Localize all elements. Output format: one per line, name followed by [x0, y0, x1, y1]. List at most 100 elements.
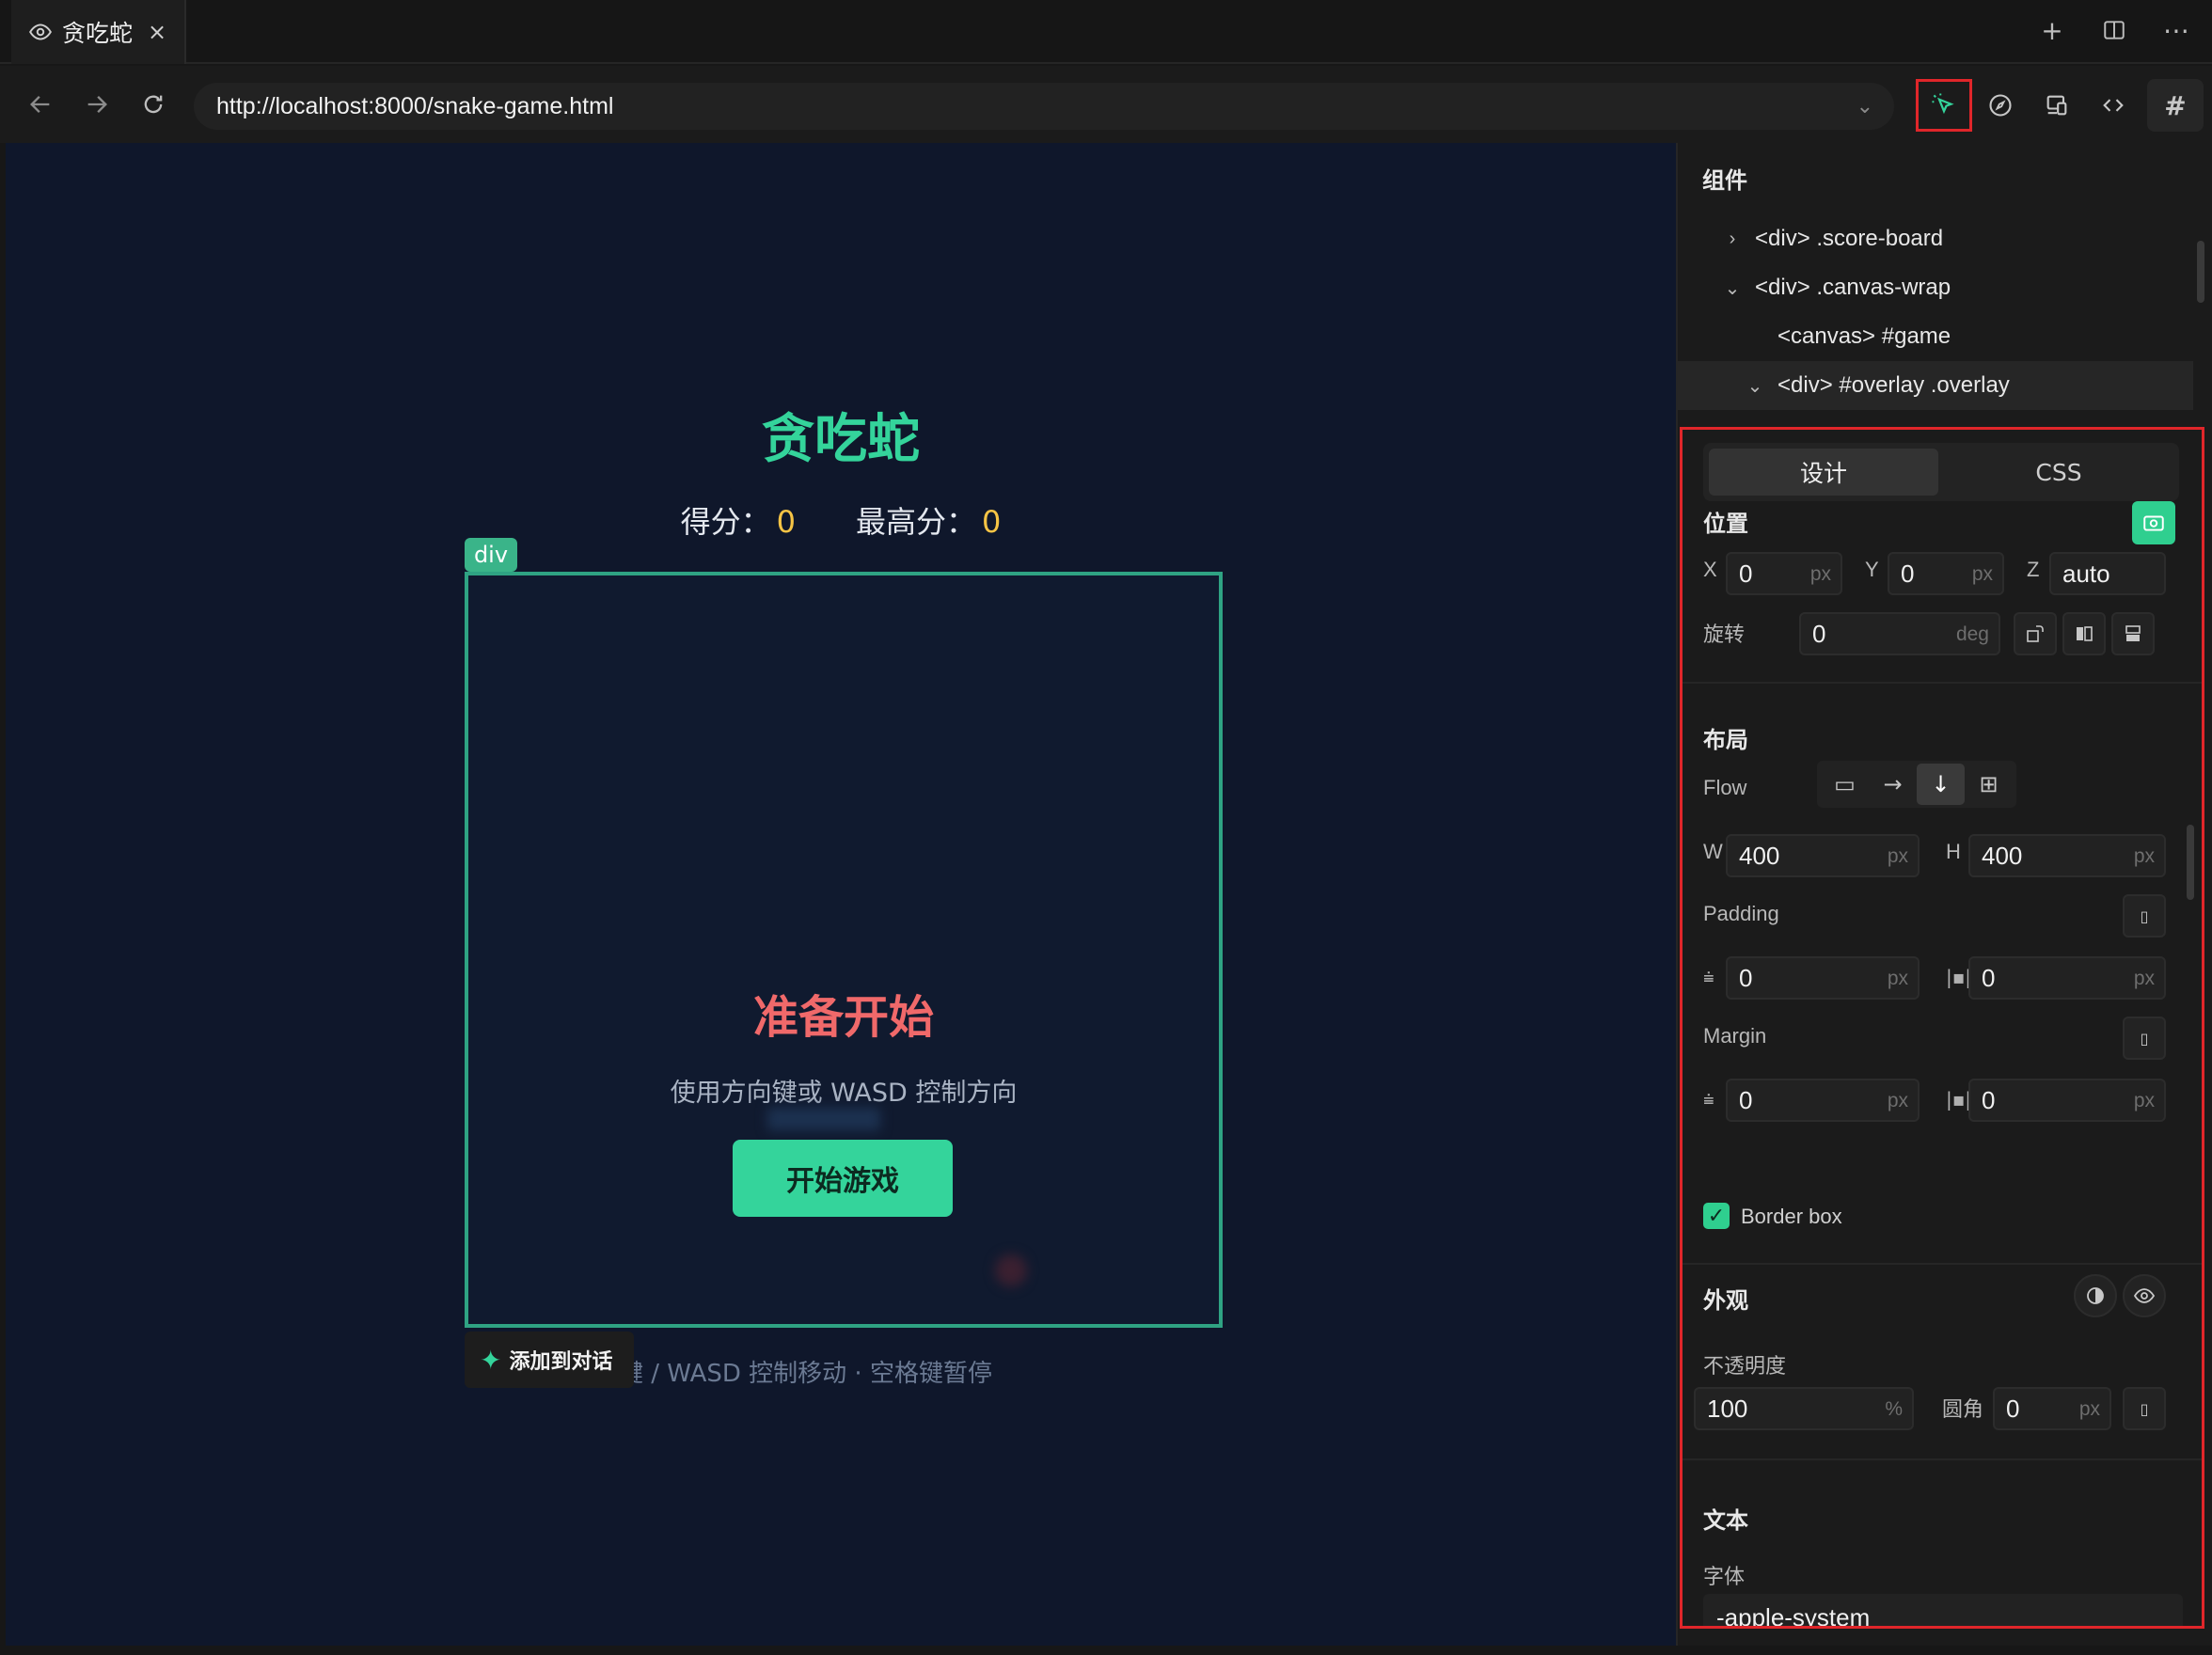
y-unit: px [1971, 563, 1993, 585]
padding-horizontal-value: 0 [1982, 963, 1996, 992]
reload-icon[interactable] [134, 85, 173, 124]
border-box-checkbox[interactable]: ✓ [1703, 1203, 1730, 1229]
width-value: 400 [1739, 841, 1780, 870]
position-section-title: 位置 [1703, 511, 1748, 537]
start-game-button[interactable]: 开始游戏 [733, 1140, 953, 1217]
position-camera-button[interactable] [2132, 501, 2175, 544]
tree-scrollbar[interactable] [2197, 241, 2204, 303]
appearance-section-title: 外观 [1703, 1287, 1748, 1314]
rotate-input[interactable]: 0 deg [1799, 612, 2000, 655]
code-icon[interactable] [2085, 79, 2141, 132]
contrast-icon[interactable] [2074, 1274, 2117, 1317]
tree-item-overlay[interactable]: ⌄ <div> #overlay .overlay [1678, 361, 2193, 410]
flip-vertical-icon[interactable] [2111, 612, 2155, 655]
back-arrow-icon[interactable] [21, 85, 60, 124]
design-css-tabs: 设计 CSS [1703, 443, 2179, 501]
rotate-unit: deg [1955, 623, 1989, 645]
x-value: 0 [1739, 559, 1753, 588]
padding-expand-icon[interactable]: ▯ [2123, 894, 2166, 938]
padding-vertical-input[interactable]: 0 px [1726, 956, 1920, 1000]
font-value: -apple-system [1716, 1602, 1871, 1629]
chevron-down-icon[interactable]: ⌄ [1719, 276, 1746, 300]
tab-title: 贪吃蛇 [62, 20, 134, 47]
compass-icon[interactable] [1972, 79, 2029, 132]
radius-input[interactable]: 0 px [1993, 1387, 2111, 1430]
padding-vertical-value: 0 [1739, 963, 1753, 992]
browser-tab[interactable]: 贪吃蛇 × [11, 0, 186, 64]
eye-icon[interactable] [2123, 1274, 2166, 1317]
flow-grid-icon[interactable]: ⊞ [1965, 764, 2013, 805]
forward-arrow-icon[interactable] [77, 85, 117, 124]
cursor-pick-icon [1932, 93, 1954, 115]
url-input[interactable]: http://localhost:8000/snake-game.html ⌄ [194, 83, 1894, 130]
tree-item-canvas-wrap[interactable]: ⌄ <div> .canvas-wrap [1678, 263, 2193, 312]
hash-icon[interactable]: # [2147, 79, 2204, 132]
width-input[interactable]: 400 px [1726, 834, 1920, 877]
target-icon [2143, 515, 2164, 531]
new-tab-plus-icon[interactable]: + [2035, 13, 2069, 47]
height-unit: px [2133, 845, 2155, 867]
opacity-input[interactable]: 100% [1694, 1387, 1914, 1430]
horizontal-spacing-icon: |▪| [1946, 1088, 1972, 1111]
properties-panel: 设计 CSS 位置 X 0 px Y 0 px Z auto 旋转 0 deg [1680, 427, 2204, 1629]
flip-horizontal-icon[interactable] [2062, 612, 2106, 655]
chevron-right-icon[interactable]: › [1719, 229, 1746, 250]
horizontal-spacing-icon: |▪| [1946, 966, 1972, 988]
opacity-value: 100 [1707, 1394, 1748, 1423]
blurred-snake [767, 1108, 880, 1130]
margin-horizontal-input[interactable]: 0 px [1968, 1079, 2166, 1122]
flow-row-arrow-icon[interactable]: → [1869, 764, 1917, 805]
y-input[interactable]: 0 px [1888, 552, 2004, 595]
x-input[interactable]: 0 px [1726, 552, 1842, 595]
tree-item-label: <canvas> #game [1778, 323, 1951, 349]
flow-column-arrow-icon[interactable]: ↓ [1917, 764, 1965, 805]
radius-expand-icon[interactable]: ▯ [2123, 1387, 2166, 1430]
radius-label: 圆角 [1942, 1397, 1984, 1421]
margin-horizontal-unit: px [2133, 1090, 2155, 1111]
z-label: Z [2027, 558, 2040, 581]
padding-label: Padding [1703, 902, 1779, 925]
radius-unit: px [2078, 1398, 2100, 1420]
border-box-label: Border box [1741, 1205, 1842, 1228]
url-text: http://localhost:8000/snake-game.html [216, 92, 614, 119]
properties-scrollbar[interactable] [2187, 825, 2194, 900]
x-label: X [1703, 558, 1717, 581]
add-to-chat-button[interactable]: ✦ 添加到对话 [465, 1332, 634, 1388]
font-select[interactable]: -apple-system [1703, 1594, 2183, 1629]
split-view-icon[interactable] [2097, 13, 2131, 47]
element-picker-button[interactable] [1916, 79, 1972, 132]
vertical-spacing-icon: ⩧ [1703, 1088, 1714, 1111]
text-section-title: 文本 [1703, 1507, 1748, 1534]
padding-vertical-unit: px [1887, 968, 1908, 989]
padding-horizontal-input[interactable]: 0 px [1968, 956, 2166, 1000]
close-icon[interactable]: × [148, 19, 166, 45]
margin-vertical-input[interactable]: 0 px [1726, 1079, 1920, 1122]
z-value: auto [2062, 559, 2110, 588]
padding-horizontal-unit: px [2133, 968, 2155, 989]
chevron-down-icon[interactable]: ⌄ [1856, 94, 1873, 118]
height-input[interactable]: 400 px [1968, 834, 2166, 877]
responsive-devices-icon[interactable] [2029, 79, 2085, 132]
add-to-chat-label: 添加到对话 [509, 1350, 613, 1374]
tree-item-score-board[interactable]: › <div> .score-board [1678, 214, 2193, 263]
y-label: Y [1865, 558, 1879, 581]
best-score-value: 0 [982, 504, 1002, 540]
tab-css[interactable]: CSS [1944, 449, 2173, 496]
overlay-selected-box[interactable]: 准备开始 使用方向键或 WASD 控制方向 开始游戏 [465, 572, 1223, 1328]
inspector-panel: 组件 › <div> .score-board ⌄ <div> .canvas-… [1676, 143, 2212, 1646]
font-label: 字体 [1703, 1565, 1746, 1588]
more-icon[interactable]: ⋯ [2159, 13, 2193, 47]
z-input[interactable]: auto [2049, 552, 2166, 595]
flow-block-icon[interactable]: ▭ [1821, 764, 1869, 805]
tab-design[interactable]: 设计 [1709, 449, 1938, 496]
margin-expand-icon[interactable]: ▯ [2123, 1017, 2166, 1060]
page-viewport: 贪吃蛇 得分： 0 最高分： 0 div 准备开始 使用方向键或 WASD 控制方向… [6, 143, 1676, 1646]
divider [1683, 1263, 2202, 1265]
tree-item-canvas[interactable]: <canvas> #game [1678, 312, 2193, 361]
chevron-down-icon[interactable]: ⌄ [1742, 374, 1768, 398]
tree-item-label: <div> .canvas-wrap [1755, 275, 1951, 300]
x-unit: px [1809, 563, 1831, 585]
rotate-90-icon[interactable] [2014, 612, 2057, 655]
vertical-spacing-icon: ⩧ [1703, 966, 1714, 988]
flow-label: Flow [1703, 776, 1747, 799]
